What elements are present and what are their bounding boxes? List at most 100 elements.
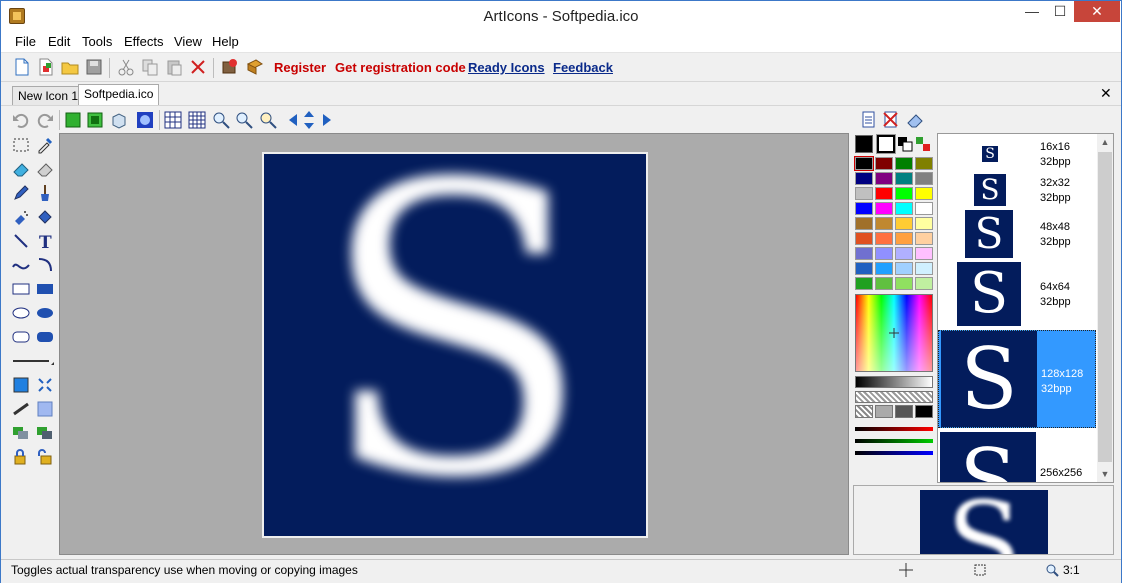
color-swatch[interactable]	[895, 217, 913, 230]
layer-green-alt-icon[interactable]	[85, 110, 105, 130]
zoom-out-icon[interactable]	[234, 110, 254, 130]
color-swatch[interactable]	[875, 157, 893, 170]
canvas-area[interactable]: S	[59, 133, 849, 555]
reset-colors-icon[interactable]	[915, 136, 931, 152]
maximize-button[interactable]: ☐	[1046, 1, 1074, 22]
scroll-thumb[interactable]	[1098, 152, 1112, 462]
scroll-down-icon[interactable]: ▼	[1097, 466, 1113, 482]
color-swatch[interactable]	[895, 247, 913, 260]
icon-list-scrollbar[interactable]: ▲ ▼	[1097, 134, 1113, 482]
line-width-selector[interactable]	[11, 355, 55, 367]
paste-icon[interactable]	[165, 58, 183, 76]
minimize-button[interactable]: —	[1018, 1, 1046, 22]
filled-rectangle-icon[interactable]	[35, 279, 55, 299]
color-swatch[interactable]	[895, 172, 913, 185]
grid-dots-icon[interactable]	[135, 110, 155, 130]
filled-ellipse-icon[interactable]	[35, 303, 55, 323]
menu-view[interactable]: View	[174, 34, 202, 49]
extract-icon[interactable]	[221, 58, 239, 76]
cube-icon[interactable]	[109, 110, 129, 130]
pattern-row[interactable]	[855, 405, 933, 418]
lock-icon[interactable]	[11, 447, 31, 467]
color-swatch[interactable]	[855, 172, 873, 185]
text-icon[interactable]: T	[35, 231, 55, 251]
fill-mode-icon[interactable]	[11, 375, 31, 395]
zoom-in-icon[interactable]	[211, 110, 231, 130]
save-icon[interactable]	[85, 58, 103, 76]
zoom-actual-icon[interactable]	[258, 110, 278, 130]
menu-edit[interactable]: Edit	[48, 34, 70, 49]
rectangle-icon[interactable]	[11, 279, 31, 299]
swap-colors-icon[interactable]	[897, 136, 913, 152]
color-swatch[interactable]	[895, 232, 913, 245]
menu-help[interactable]: Help	[212, 34, 239, 49]
color-swatch[interactable]	[855, 217, 873, 230]
pencil-icon[interactable]	[11, 183, 31, 203]
redo-icon[interactable]	[35, 110, 55, 130]
color-swatch[interactable]	[915, 187, 933, 200]
foreground-color[interactable]	[855, 135, 873, 153]
delete-icon[interactable]	[189, 58, 207, 76]
close-button[interactable]: ✕	[1074, 1, 1120, 22]
tab-new-icon-1[interactable]: New Icon 1	[12, 86, 85, 105]
ready-icons-link[interactable]: Ready Icons	[468, 60, 545, 75]
scroll-up-icon[interactable]: ▲	[1097, 134, 1113, 150]
color-swatch[interactable]	[875, 187, 893, 200]
color-swatch[interactable]	[915, 277, 933, 290]
color-replace-icon[interactable]	[35, 159, 55, 179]
icon-format-16[interactable]: S 16x16 32bpp	[938, 138, 1096, 170]
rounded-rect-icon[interactable]	[11, 327, 31, 347]
color-swatch[interactable]	[875, 217, 893, 230]
eyedropper-icon[interactable]	[35, 135, 55, 155]
icon-format-32[interactable]: S 32x32 32bpp	[938, 172, 1096, 208]
move-vertical-icon[interactable]	[299, 110, 319, 130]
close-tab-button[interactable]: ✕	[1100, 85, 1112, 102]
undo-icon[interactable]	[11, 110, 31, 130]
pattern-icon[interactable]	[35, 375, 55, 395]
grid-icon[interactable]	[163, 110, 183, 130]
color-swatch[interactable]	[915, 217, 933, 230]
arc-icon[interactable]	[35, 255, 55, 275]
color-swatch[interactable]	[855, 262, 873, 275]
color-swatch[interactable]	[855, 202, 873, 215]
library-icon[interactable]	[246, 58, 264, 76]
line-icon[interactable]	[11, 231, 31, 251]
color-swatch[interactable]	[855, 187, 873, 200]
transparency-move-icon[interactable]	[11, 423, 31, 443]
menu-effects[interactable]: Effects	[124, 34, 164, 49]
color-swatch[interactable]	[855, 247, 873, 260]
filled-rounded-rect-icon[interactable]	[35, 327, 55, 347]
color-swatch[interactable]	[875, 172, 893, 185]
color-swatch[interactable]	[875, 202, 893, 215]
register-link[interactable]: Register	[274, 60, 326, 75]
color-swatch[interactable]	[875, 262, 893, 275]
color-swatch[interactable]	[895, 262, 913, 275]
icon-format-48[interactable]: S 48x48 32bpp	[938, 210, 1096, 260]
icon-canvas[interactable]: S	[262, 152, 648, 538]
color-swatch[interactable]	[915, 172, 933, 185]
brush-icon[interactable]	[35, 183, 55, 203]
color-swatch[interactable]	[915, 262, 933, 275]
antialias-icon[interactable]	[11, 399, 31, 419]
color-swatch[interactable]	[875, 247, 893, 260]
color-swatch[interactable]	[855, 277, 873, 290]
new-file-icon[interactable]	[13, 58, 31, 76]
color-spectrum[interactable]	[855, 294, 933, 372]
cut-icon[interactable]	[117, 58, 135, 76]
blue-slider[interactable]	[855, 451, 933, 455]
unlock-icon[interactable]	[35, 447, 55, 467]
copy-icon[interactable]	[141, 58, 159, 76]
color-swatch[interactable]	[915, 247, 933, 260]
menu-tools[interactable]: Tools	[82, 34, 112, 49]
menu-file[interactable]: File	[15, 34, 36, 49]
alpha-bar[interactable]	[855, 391, 933, 403]
brightness-bar[interactable]	[855, 376, 933, 388]
new-icon-icon[interactable]	[37, 58, 55, 76]
opaque-move-icon[interactable]	[35, 423, 55, 443]
curve-icon[interactable]	[11, 255, 31, 275]
color-swatch[interactable]	[895, 202, 913, 215]
color-swatch[interactable]	[895, 277, 913, 290]
pixel-grid-icon[interactable]	[187, 110, 207, 130]
icon-format-64[interactable]: S 64x64 32bpp	[938, 262, 1096, 328]
red-slider[interactable]	[855, 427, 933, 431]
